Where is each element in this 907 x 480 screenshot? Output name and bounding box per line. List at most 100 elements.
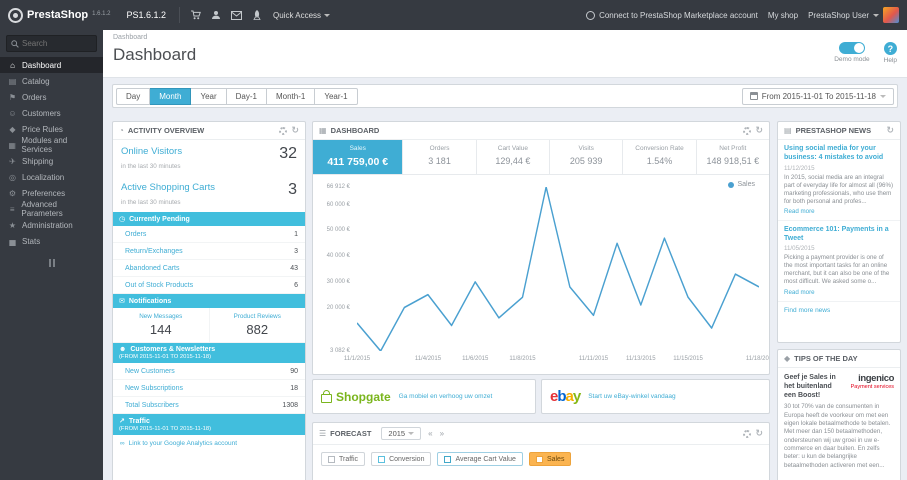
row-value: 1 [294,230,298,238]
new-subscriptions-row[interactable]: New Subscriptions 18 [113,380,305,397]
sidebar-item-customers[interactable]: ☺ Customers [0,105,103,121]
activity-settings-gear-icon[interactable] [279,126,288,135]
new-messages-cell[interactable]: New Messages 144 [113,308,209,342]
filter-month-button[interactable]: Month [150,87,192,105]
date-range-button[interactable]: From 2015-11-01 To 2015-11-18 [741,87,894,105]
news-refresh-icon[interactable]: ↻ [886,126,894,135]
orders-notification-icon[interactable] [190,10,201,20]
search-input[interactable] [22,39,88,48]
messages-notification-icon[interactable] [231,10,243,20]
sidebar-item-label: Modules and Services [21,136,68,154]
sidebar-item-orders[interactable]: ⚑ Orders [0,89,103,105]
sidebar-item-catalog[interactable]: ▤ Catalog [0,73,103,89]
marketplace-link[interactable]: Connect to PrestaShop Marketplace accoun… [586,10,758,20]
pending-orders-row[interactable]: Orders 1 [113,226,305,243]
find-more-news-link[interactable]: Find more news [778,302,900,319]
forecast-year-select[interactable]: 2015 [381,427,422,440]
filter-year-1-button[interactable]: Year-1 [315,87,358,105]
filter-year-button[interactable]: Year [191,87,227,105]
online-visitors-link[interactable]: Online Visitors [121,146,182,157]
active-carts-row: Active Shopping Carts 3 [113,176,305,198]
sidebar-collapse-toggle[interactable] [46,259,58,267]
cell-label: New Messages [139,313,183,320]
filter-day-1-button[interactable]: Day-1 [226,87,267,105]
dashboard-refresh-icon[interactable]: ↻ [755,126,763,135]
read-more-link[interactable]: Read more [784,289,894,296]
customers-notification-icon[interactable] [211,10,221,20]
shopgate-cta-link[interactable]: Ga mobiel en verhoog uw omzet [399,393,493,400]
forecast-settings-gear-icon[interactable] [743,429,752,438]
shop-name-link[interactable]: PS1.6.1.2 [127,10,167,20]
breadcrumb[interactable]: Dashboard [113,34,147,41]
sidebar-item-label: Catalog [22,76,50,86]
dashboard-settings-gear-icon[interactable] [743,126,752,135]
y-axis-tick: 40 000 € [326,253,350,260]
sidebar-item-advanced-parameters[interactable]: ≡ Advanced Parameters [0,200,103,218]
customers-newsletters-header: ☻ Customers & Newsletters (FROM 2015-11-… [113,343,305,363]
ebay-module[interactable]: ebay Start uw eBay-winkel vandaag [542,380,769,413]
chart-legend[interactable]: Sales [728,181,755,188]
sidebar-search[interactable] [6,35,97,52]
forecast-sales-toggle[interactable]: Sales [528,452,572,466]
row-label: New Customers [125,367,175,375]
dashboard-panel: ▦ DASHBOARD ↻ Sales 411 759,00 € Orders … [312,121,770,375]
sidebar-item-label: Localization [22,172,65,182]
forecast-average-cart-value-toggle[interactable]: Average Cart Value [437,452,523,466]
google-analytics-link[interactable]: ∞ Link to your Google Analytics account [113,435,305,452]
sidebar-item-administration[interactable]: ★ Administration [0,217,103,233]
forecast-traffic-toggle[interactable]: Traffic [321,452,366,466]
prestashop-logo[interactable]: PrestaShop 1.6.1.2 [8,7,111,23]
my-shop-link[interactable]: My shop [768,11,798,20]
out-of-stock-row[interactable]: Out of Stock Products 6 [113,277,305,294]
read-more-link[interactable]: Read more [784,208,894,215]
sidebar-item-localization[interactable]: ◎ Localization [0,169,103,185]
sidebar-item-preferences[interactable]: ⚙ Preferences [0,185,103,201]
kpi-cart-value[interactable]: Cart Value 129,44 € [477,140,551,174]
sidebar-item-label: Price Rules [22,124,63,134]
activity-refresh-icon[interactable]: ↻ [291,126,299,135]
rocket-icon[interactable] [252,10,262,20]
kpi-net-profit[interactable]: Net Profit 148 918,51 € [697,140,769,174]
online-visitors-subtitle: in the last 30 minutes [121,163,181,170]
news-icon: ▤ [784,126,792,135]
sidebar-item-price-rules[interactable]: ◆ Price Rules [0,121,103,137]
new-customers-row[interactable]: New Customers 90 [113,363,305,380]
kpi-sales[interactable]: Sales 411 759,00 € [313,140,404,174]
pending-returns-row[interactable]: Return/Exchanges 3 [113,243,305,260]
shopgate-module[interactable]: Shopgate Ga mobiel en verhoog uw omzet [313,380,535,413]
period-button-group: Day Month Year Day-1 Month-1 Year-1 [116,87,358,105]
article-title-link[interactable]: Using social media for your business: 4 … [784,145,894,163]
kpi-orders[interactable]: Orders 3 181 [403,140,477,174]
chip-label: Average Cart Value [455,455,516,463]
forecast-conversion-toggle[interactable]: Conversion [371,452,432,466]
product-reviews-cell[interactable]: Product Reviews 882 [208,308,306,342]
kpi-conversion-rate[interactable]: Conversion Rate 1.54% [623,140,697,174]
forecast-refresh-icon[interactable]: ↻ [755,429,763,438]
kpi-visits[interactable]: Visits 205 939 [550,140,624,174]
filter-day-button[interactable]: Day [116,87,151,105]
main-content: Dashboard Dashboard Demo mode ? Help Day… [103,30,907,480]
active-carts-link[interactable]: Active Shopping Carts [121,182,215,193]
total-subscribers-row[interactable]: Total Subscribers 1308 [113,397,305,414]
article-title-link[interactable]: Ecommerce 101: Payments in a Tweet [784,226,894,244]
filter-month-1-button[interactable]: Month-1 [266,87,316,105]
y-axis-tick: 30 000 € [326,278,350,285]
chart-y-axis: 66 912 € 60 000 € 50 000 € 40 000 € 30 000 €… [319,184,353,354]
sidebar-item-dashboard[interactable]: ⌂ Dashboard [0,57,103,73]
demo-mode-toggle[interactable] [838,42,865,54]
user-menu[interactable]: PrestaShop User [808,7,899,23]
active-carts-value: 3 [288,181,297,198]
sidebar-item-modules[interactable]: ▦ Modules and Services [0,136,103,154]
news-article: Ecommerce 101: Payments in a Tweet 11/05… [778,221,900,302]
x-axis-tick: 11/1/2015 [343,356,371,362]
quick-access-menu[interactable]: Quick Access [273,11,331,20]
ebay-cta-link[interactable]: Start uw eBay-winkel vandaag [588,393,675,400]
help-button[interactable]: ? [883,42,897,55]
abandoned-carts-row[interactable]: Abandoned Carts 43 [113,260,305,277]
sidebar-item-shipping[interactable]: ✈ Shipping [0,153,103,169]
forecast-next-icon[interactable]: » [440,429,444,438]
sidebar-item-stats[interactable]: ▅ Stats [0,233,103,249]
brand-name: PrestaShop [27,9,89,21]
forecast-prev-icon[interactable]: « [428,429,432,438]
article-date: 11/12/2015 [784,164,815,172]
